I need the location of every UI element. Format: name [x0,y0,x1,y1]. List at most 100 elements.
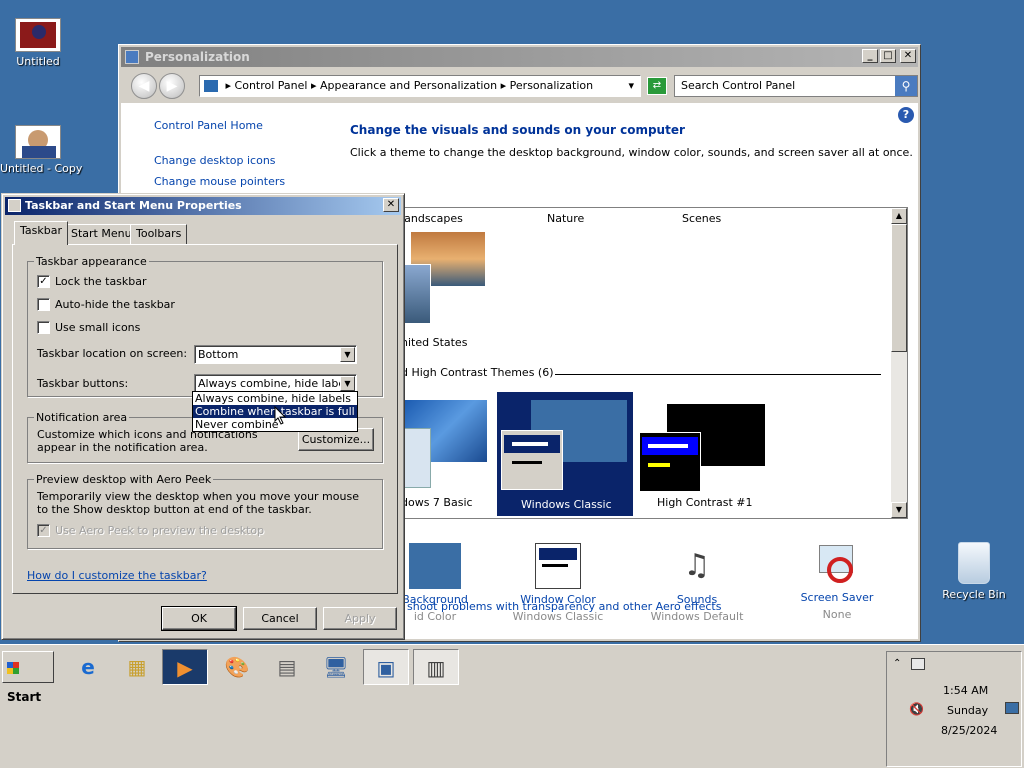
page-heading: Change the visuals and sounds on your co… [350,123,685,137]
network-icon[interactable] [911,658,925,670]
desktop-icon-untitled[interactable]: Untitled [0,18,76,68]
back-button[interactable]: ◀ [131,73,157,99]
aero-peek-group: Preview desktop with Aero Peek Temporari… [27,473,383,549]
refresh-button[interactable]: ⇄ [647,77,667,95]
internet-explorer-icon[interactable]: e [65,649,111,685]
theme-gallery: Landscapes Nature Scenes nited States d … [350,207,908,519]
remote-desktop-icon[interactable]: 🖥 [313,649,359,685]
screen-saver-icon [815,543,859,587]
help-icon[interactable]: ? [898,107,914,123]
theme-united-states-label[interactable]: nited States [401,336,467,349]
screen-saver-item[interactable]: Screen Saver None [777,543,897,621]
dialog-titlebar[interactable]: Taskbar and Start Menu Properties ✕ [5,197,401,215]
window-titlebar[interactable]: Personalization _ □ ✕ [121,47,918,67]
tab-taskbar[interactable]: Taskbar [14,221,68,245]
theme-windows-7-basic-preview[interactable] [403,400,489,500]
screen-saver-value: None [822,608,852,621]
chevron-down-icon[interactable]: ▼ [340,376,355,391]
navigation-bar: ◀ ▶ ▸ Control Panel ▸ Appearance and Per… [121,69,918,101]
window-color-icon [535,543,581,589]
lock-taskbar-label[interactable]: Lock the taskbar [55,275,147,288]
location-value: Bottom [198,348,239,361]
desktop-icon-recycle-bin[interactable]: Recycle Bin [936,542,1012,601]
show-desktop-icon[interactable] [1005,702,1019,714]
change-mouse-pointers-link[interactable]: Change mouse pointers [154,175,285,188]
breadcrumb-personalization[interactable]: Personalization [510,79,593,92]
paint-icon[interactable]: 🎨 [214,649,260,685]
theme-high-contrast-1-preview[interactable] [639,404,769,504]
ok-button[interactable]: OK [161,606,237,631]
theme-high-contrast-1-label[interactable]: High Contrast #1 [657,496,753,509]
calculator-icon[interactable]: ▤ [264,649,310,685]
window-icon [125,50,139,64]
lock-taskbar-checkbox[interactable]: ✓ [37,275,50,288]
theme-landscapes[interactable]: Landscapes [398,212,463,225]
scroll-down-button[interactable]: ▼ [891,502,907,518]
location-select[interactable]: Bottom ▼ [194,345,357,364]
notification-area-label: Notification area [34,411,130,424]
apply-button: Apply [323,607,397,630]
forward-button[interactable]: ▶ [159,73,185,99]
control-panel-icon [204,80,218,92]
theme-windows-classic[interactable]: Windows Classic [497,392,633,516]
breadcrumb-appearance[interactable]: Appearance and Personalization [320,79,497,92]
desktop-icon-label: Untitled [16,55,60,68]
clock-time[interactable]: 1:54 AM [943,684,988,697]
section-basic-high-contrast: d High Contrast Themes (6) [401,366,554,379]
change-desktop-icons-link[interactable]: Change desktop icons [154,154,276,167]
taskbar-buttons-label: Taskbar buttons: [37,377,129,390]
cancel-button[interactable]: Cancel [243,607,317,630]
chevron-down-icon[interactable]: ▾ [628,76,634,96]
start-button[interactable]: Start [2,651,54,704]
scroll-up-button[interactable]: ▲ [891,208,907,224]
control-panel-home-link[interactable]: Control Panel Home [154,119,263,132]
minimize-button[interactable]: _ [862,49,878,63]
desktop-icon-untitled-copy[interactable]: Untitled - Copy [0,125,83,175]
notification-tray: ⌃ 🔇 1:54 AM Sunday 8/25/2024 [886,651,1022,767]
search-icon[interactable]: ⚲ [895,76,917,96]
scroll-thumb[interactable] [891,224,907,352]
desktop-icon-label: Untitled - Copy [0,162,83,175]
close-button[interactable]: ✕ [900,49,916,63]
search-input[interactable]: Search Control Panel ⚲ [674,75,918,97]
control-panel-taskbar-icon[interactable]: ▣ [363,649,409,685]
theme-windows-classic-label: Windows Classic [521,498,612,511]
troubleshoot-link[interactable]: shoot problems with transparency and oth… [407,600,721,613]
clock-date[interactable]: 8/25/2024 [941,724,997,737]
volume-muted-icon[interactable]: 🔇 [909,702,924,716]
auto-hide-checkbox[interactable] [37,298,50,311]
location-label: Taskbar location on screen: [37,347,188,360]
clock-day[interactable]: Sunday [947,704,988,717]
screen-saver-label: Screen Saver [800,591,874,604]
breadcrumb-control-panel[interactable]: Control Panel [235,79,308,92]
theme-united-states-preview[interactable] [403,232,485,324]
taskbar-properties-taskbar-icon[interactable]: ▥ [413,649,459,685]
dialog-title: Taskbar and Start Menu Properties [25,199,242,212]
address-bar[interactable]: ▸ Control Panel ▸ Appearance and Persona… [199,75,641,97]
maximize-button[interactable]: □ [880,49,896,63]
theme-windows-7-basic-label[interactable]: dows 7 Basic [401,496,473,509]
theme-nature[interactable]: Nature [547,212,584,225]
auto-hide-label[interactable]: Auto-hide the taskbar [55,298,175,311]
tab-start-menu[interactable]: Start Menu [65,224,138,244]
small-icons-checkbox[interactable] [37,321,50,334]
dropdown-option-always-combine[interactable]: Always combine, hide labels [193,392,357,405]
desktop-icon-label: Recycle Bin [942,588,1006,601]
chevron-down-icon[interactable]: ▼ [340,347,355,362]
chevron-up-icon[interactable]: ⌃ [893,658,901,669]
image-file-icon [15,125,61,159]
dialog-close-button[interactable]: ✕ [383,198,399,212]
file-explorer-icon[interactable]: ▦ [114,649,160,685]
gallery-scrollbar[interactable]: ▲ ▼ [891,208,907,518]
small-icons-label[interactable]: Use small icons [55,321,140,334]
sounds-icon: ♫ [683,548,711,583]
chevron-right-icon: ▸ [500,79,510,92]
help-link[interactable]: How do I customize the taskbar? [27,569,207,582]
mouse-cursor-icon [274,406,287,425]
chevron-right-icon: ▸ [225,79,235,92]
taskbar: Start e ▦ ▶ 🎨 ▤ 🖥 ▣ ▥ ⌃ 🔇 1:54 AM Sunday… [0,644,1024,768]
media-player-icon[interactable]: ▶ [162,649,208,685]
theme-scenes[interactable]: Scenes [682,212,721,225]
recycle-bin-icon [958,542,990,584]
tab-toolbars[interactable]: Toolbars [130,224,188,244]
